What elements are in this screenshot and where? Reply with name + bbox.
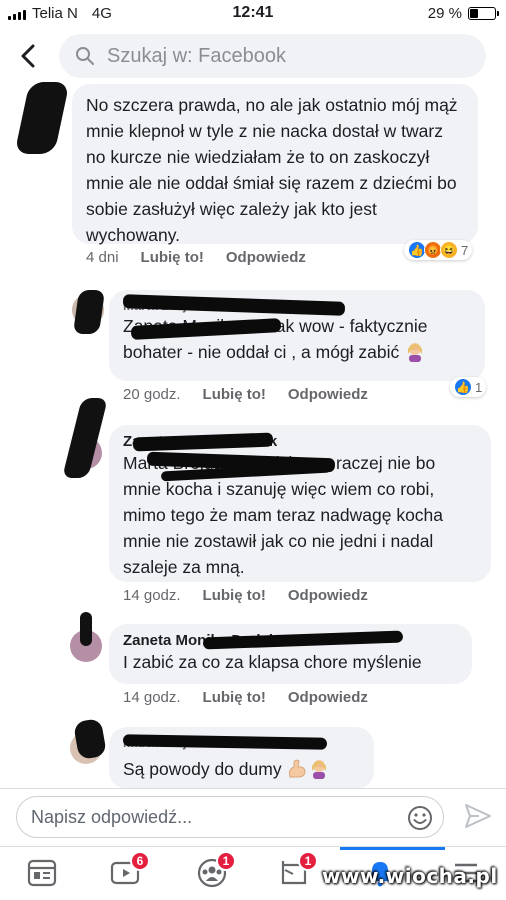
like-link[interactable]: Lubię to! bbox=[141, 249, 204, 266]
flexed-biceps-icon bbox=[286, 757, 308, 779]
reply-link[interactable]: Odpowiedz bbox=[288, 386, 368, 403]
status-bar: Telia N 4G 12:41 29 % bbox=[0, 0, 506, 28]
like-link[interactable]: Lubię to! bbox=[203, 689, 266, 706]
comment-time: 4 dni bbox=[86, 249, 119, 266]
comment-bubble: No szczera prawda, no ale jak ostatnio m… bbox=[72, 84, 478, 245]
like-link[interactable]: Lubię to! bbox=[203, 386, 266, 403]
reply-composer bbox=[0, 788, 506, 844]
avatar-redaction bbox=[62, 398, 108, 478]
search-input[interactable] bbox=[107, 44, 437, 68]
news-feed-icon bbox=[27, 859, 57, 887]
comment-text: No szczera prawda, no ale jak ostatnio m… bbox=[86, 95, 458, 245]
active-tab-indicator bbox=[340, 847, 445, 850]
avatar-redaction bbox=[72, 290, 106, 334]
comment-meta: 14 godz. Lubię to! Odpowiedz bbox=[123, 587, 368, 604]
watch-badge: 6 bbox=[130, 851, 150, 871]
comment-time: 14 godz. bbox=[123, 689, 181, 706]
haha-reaction-icon: 😆 bbox=[440, 241, 458, 259]
like-reaction-icon: 👍 bbox=[454, 378, 472, 396]
comment-bubble: Marta Brejda-Michalska Zaneta Monika Dar… bbox=[109, 290, 485, 381]
reply-link[interactable]: Odpowiedz bbox=[288, 587, 368, 604]
comment-time: 20 godz. bbox=[123, 386, 181, 403]
search-icon bbox=[76, 47, 94, 65]
chevron-left-icon bbox=[21, 44, 35, 68]
reaction-count: 1 bbox=[475, 379, 483, 395]
comment-meta: 20 godz. Lubię to! Odpowiedz bbox=[123, 386, 368, 403]
emoji-picker-icon[interactable] bbox=[407, 805, 433, 836]
reply-field[interactable] bbox=[16, 796, 444, 838]
comment-meta: 4 dni Lubię to! Odpowiedz bbox=[86, 249, 306, 266]
comment-bubble: Zaneta Monika Darłak Marta Brejda-Michal… bbox=[109, 425, 491, 582]
comment-meta: 14 godz. Lubię to! Odpowiedz bbox=[123, 689, 368, 706]
comment-text: I zabić za co za klapsa chore myślenie bbox=[123, 652, 422, 672]
avatar-redaction bbox=[80, 612, 92, 646]
reaction-summary[interactable]: 👍 1 bbox=[450, 377, 487, 397]
comment-text: Są powody do dumy bbox=[123, 756, 360, 782]
avatar-redaction bbox=[14, 82, 70, 154]
screen: Telia N 4G 12:41 29 % No szczera prawda,… bbox=[0, 0, 506, 900]
tab-marketplace[interactable]: 1 bbox=[272, 851, 318, 891]
send-icon[interactable] bbox=[464, 803, 492, 834]
tab-watch[interactable]: 6 bbox=[104, 851, 150, 891]
battery-indicator: 29 % bbox=[427, 5, 499, 22]
tab-groups[interactable]: 1 bbox=[190, 851, 236, 891]
battery-icon bbox=[468, 7, 499, 20]
reply-link[interactable]: Odpowiedz bbox=[226, 249, 306, 266]
like-link[interactable]: Lubię to! bbox=[203, 587, 266, 604]
reaction-summary[interactable]: 👍 😡 😆 7 bbox=[404, 240, 473, 260]
back-button[interactable] bbox=[14, 42, 42, 70]
search-bar[interactable] bbox=[59, 34, 486, 78]
comment-text: Zaneta Monika Darłak wow - faktycznie bo… bbox=[123, 316, 428, 362]
battery-percent: 29 % bbox=[427, 5, 462, 22]
reply-input[interactable] bbox=[31, 806, 391, 828]
comment-bubble: Zaneta Monika Darłak I zabić za co za kl… bbox=[109, 624, 472, 684]
comment-time: 14 godz. bbox=[123, 587, 181, 604]
reaction-count: 7 bbox=[461, 242, 469, 258]
comment-bubble: Marta Brejda-Michalska Są powody do dumy bbox=[109, 727, 374, 789]
marketplace-badge: 1 bbox=[298, 851, 318, 871]
reply-link[interactable]: Odpowiedz bbox=[288, 689, 368, 706]
watermark: www.wiocha.pl bbox=[322, 864, 498, 888]
tab-news-feed[interactable] bbox=[20, 855, 64, 891]
woman-facepalming-icon bbox=[404, 340, 426, 362]
groups-badge: 1 bbox=[216, 851, 236, 871]
search-header bbox=[0, 30, 506, 82]
woman-facepalming-icon bbox=[308, 757, 330, 779]
